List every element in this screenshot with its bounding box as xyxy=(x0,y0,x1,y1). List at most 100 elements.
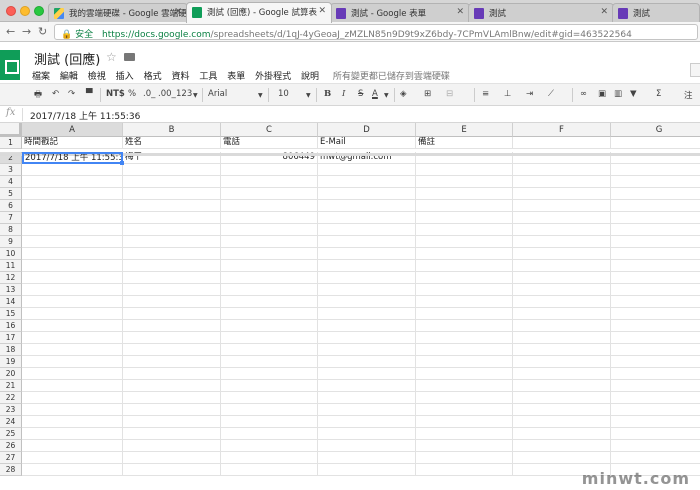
cell-c16[interactable] xyxy=(221,320,318,332)
paint-format-icon[interactable]: ▀ xyxy=(86,89,93,99)
cell-e20[interactable] xyxy=(416,368,513,380)
cell-f19[interactable] xyxy=(513,356,611,368)
row-header[interactable]: 21 xyxy=(0,380,22,392)
row-header[interactable]: 27 xyxy=(0,452,22,464)
cell-a10[interactable] xyxy=(22,248,123,260)
cell-g27[interactable] xyxy=(611,452,700,464)
text-color-button[interactable]: A xyxy=(372,89,378,99)
cell-a25[interactable] xyxy=(22,428,123,440)
cell-f21[interactable] xyxy=(513,380,611,392)
cell-e22[interactable] xyxy=(416,392,513,404)
cell-c23[interactable] xyxy=(221,404,318,416)
cell-c9[interactable] xyxy=(221,236,318,248)
cell-g6[interactable] xyxy=(611,200,700,212)
cell-d23[interactable] xyxy=(318,404,416,416)
cell-d13[interactable] xyxy=(318,284,416,296)
cell-b11[interactable] xyxy=(123,260,221,272)
tab-close-icon[interactable]: ✕ xyxy=(174,7,182,17)
column-header-a[interactable]: A xyxy=(22,123,123,137)
input-tools-button[interactable]: 注 xyxy=(684,89,693,101)
cell-c26[interactable] xyxy=(221,440,318,452)
row-header[interactable]: 16 xyxy=(0,320,22,332)
cell-c5[interactable] xyxy=(221,188,318,200)
cell-f3[interactable] xyxy=(513,164,611,176)
zoom-window-icon[interactable] xyxy=(34,6,44,16)
cell-c8[interactable] xyxy=(221,224,318,236)
merge-cells-icon[interactable]: ⊟ xyxy=(446,89,453,99)
cell-f23[interactable] xyxy=(513,404,611,416)
cell-f7[interactable] xyxy=(513,212,611,224)
menu-data[interactable]: 資料 xyxy=(171,72,189,82)
cell-f15[interactable] xyxy=(513,308,611,320)
cell-f11[interactable] xyxy=(513,260,611,272)
cell-a18[interactable] xyxy=(22,344,123,356)
row-header[interactable]: 13 xyxy=(0,284,22,296)
cell-b17[interactable] xyxy=(123,332,221,344)
row-header[interactable]: 7 xyxy=(0,212,22,224)
cell-d15[interactable] xyxy=(318,308,416,320)
document-title[interactable]: 測試 (回應) xyxy=(34,49,100,68)
cell-a5[interactable] xyxy=(22,188,123,200)
cell-f20[interactable] xyxy=(513,368,611,380)
column-header-g[interactable]: G xyxy=(611,123,700,137)
cell-e18[interactable] xyxy=(416,344,513,356)
cell-g1[interactable] xyxy=(611,137,700,149)
cell-b1[interactable]: 姓名 xyxy=(123,137,221,149)
cell-e12[interactable] xyxy=(416,272,513,284)
cell-e21[interactable] xyxy=(416,380,513,392)
cell-e24[interactable] xyxy=(416,416,513,428)
cell-a19[interactable] xyxy=(22,356,123,368)
cell-c24[interactable] xyxy=(221,416,318,428)
insert-chart-icon[interactable]: ▥ xyxy=(614,89,622,99)
cell-d11[interactable] xyxy=(318,260,416,272)
cell-a13[interactable] xyxy=(22,284,123,296)
cell-b28[interactable] xyxy=(123,464,221,476)
cell-e28[interactable] xyxy=(416,464,513,476)
cell-e27[interactable] xyxy=(416,452,513,464)
row-header[interactable]: 22 xyxy=(0,392,22,404)
fill-color-icon[interactable]: ◈ xyxy=(400,89,407,99)
cell-g3[interactable] xyxy=(611,164,700,176)
align-horizontal-icon[interactable]: ≡ xyxy=(482,89,489,99)
cell-g25[interactable] xyxy=(611,428,700,440)
cell-e26[interactable] xyxy=(416,440,513,452)
cell-g23[interactable] xyxy=(611,404,700,416)
cell-b10[interactable] xyxy=(123,248,221,260)
cell-f4[interactable] xyxy=(513,176,611,188)
cell-d24[interactable] xyxy=(318,416,416,428)
cell-d10[interactable] xyxy=(318,248,416,260)
cell-b21[interactable] xyxy=(123,380,221,392)
cell-g5[interactable] xyxy=(611,188,700,200)
cell-b6[interactable] xyxy=(123,200,221,212)
cell-d17[interactable] xyxy=(318,332,416,344)
row-header[interactable]: 9 xyxy=(0,236,22,248)
cell-c15[interactable] xyxy=(221,308,318,320)
cell-b3[interactable] xyxy=(123,164,221,176)
cell-e23[interactable] xyxy=(416,404,513,416)
strikethrough-button[interactable]: S xyxy=(358,89,363,99)
cell-a9[interactable] xyxy=(22,236,123,248)
url-field[interactable]: 🔒 安全 https://docs.google.com/spreadsheet… xyxy=(54,24,698,40)
cell-f9[interactable] xyxy=(513,236,611,248)
save-status[interactable]: 所有變更都已儲存到雲端硬碟 xyxy=(333,72,450,82)
menu-format[interactable]: 格式 xyxy=(144,72,162,82)
cell-d25[interactable] xyxy=(318,428,416,440)
cell-b7[interactable] xyxy=(123,212,221,224)
cell-e7[interactable] xyxy=(416,212,513,224)
cell-d22[interactable] xyxy=(318,392,416,404)
cell-e25[interactable] xyxy=(416,428,513,440)
cell-g18[interactable] xyxy=(611,344,700,356)
row-header[interactable]: 19 xyxy=(0,356,22,368)
cell-d12[interactable] xyxy=(318,272,416,284)
cell-e5[interactable] xyxy=(416,188,513,200)
cell-g11[interactable] xyxy=(611,260,700,272)
cell-g15[interactable] xyxy=(611,308,700,320)
cell-e13[interactable] xyxy=(416,284,513,296)
cell-g22[interactable] xyxy=(611,392,700,404)
column-header-b[interactable]: B xyxy=(123,123,221,137)
cell-f1[interactable] xyxy=(513,137,611,149)
row-header[interactable]: 24 xyxy=(0,416,22,428)
cell-f27[interactable] xyxy=(513,452,611,464)
cell-d9[interactable] xyxy=(318,236,416,248)
cell-b19[interactable] xyxy=(123,356,221,368)
